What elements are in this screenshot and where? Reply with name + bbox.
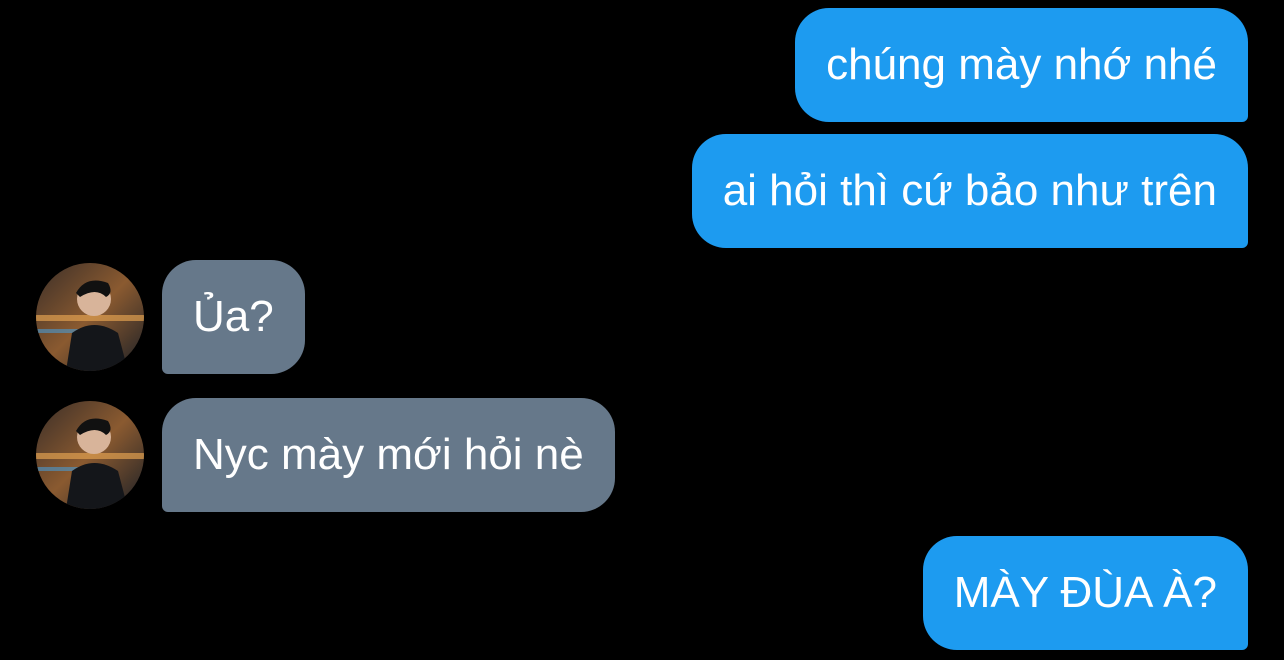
avatar-image <box>36 263 144 371</box>
message-bubble[interactable]: chúng mày nhớ nhé <box>795 8 1248 122</box>
message-bubble[interactable]: Nyc mày mới hỏi nè <box>162 398 615 512</box>
message-incoming[interactable]: Nyc mày mới hỏi nè <box>36 398 615 512</box>
message-text: Nyc mày mới hỏi nè <box>193 430 584 479</box>
message-incoming[interactable]: Ủa? <box>36 260 305 374</box>
message-text: ai hỏi thì cứ bảo như trên <box>722 166 1217 215</box>
message-bubble[interactable]: MÀY ĐÙA À? <box>922 536 1248 650</box>
message-outgoing[interactable]: ai hỏi thì cứ bảo như trên <box>691 134 1248 248</box>
message-bubble[interactable]: Ủa? <box>162 260 305 374</box>
message-outgoing[interactable]: chúng mày nhớ nhé <box>795 8 1248 122</box>
avatar[interactable] <box>36 401 144 509</box>
message-text: chúng mày nhớ nhé <box>826 40 1217 89</box>
avatar[interactable] <box>36 263 144 371</box>
message-bubble[interactable]: ai hỏi thì cứ bảo như trên <box>691 134 1248 248</box>
message-text: Ủa? <box>193 292 274 341</box>
avatar-image <box>36 401 144 509</box>
message-outgoing[interactable]: MÀY ĐÙA À? <box>922 536 1248 650</box>
conversation-thread: chúng mày nhớ nhé ai hỏi thì cứ bảo như … <box>0 0 1284 660</box>
message-text: MÀY ĐÙA À? <box>953 568 1217 617</box>
